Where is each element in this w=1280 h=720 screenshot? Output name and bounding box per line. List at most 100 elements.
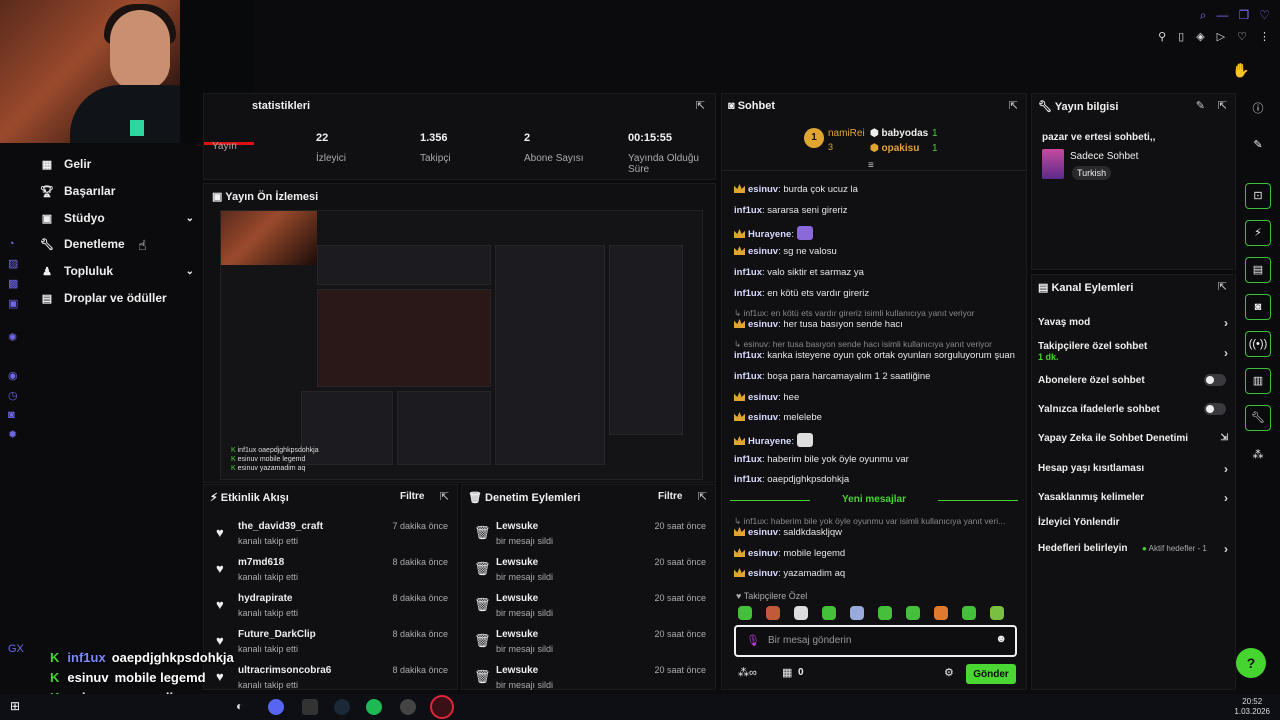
popout-icon[interactable]: ⇱ [1009, 99, 1018, 112]
action-account-age[interactable]: Hesap yaşı kısıtlaması › [1038, 462, 1228, 476]
bookmark-icon[interactable]: ▯ [1178, 30, 1184, 43]
new-messages-divider[interactable]: Yeni mesajlar [730, 494, 1018, 505]
discord-icon[interactable] [268, 699, 284, 715]
emotes-only-toggle[interactable] [1204, 403, 1226, 415]
pin-icon[interactable]: ⚲ [1158, 30, 1166, 43]
infinity-icon[interactable]: ⁂∞ [738, 666, 757, 679]
steam-icon[interactable] [334, 699, 350, 715]
more-icon[interactable]: ⋮ [1259, 30, 1270, 43]
sidebar-item-topluluk[interactable]: ♟ Topluluk ⌄ [40, 264, 194, 278]
activity-filter-button[interactable]: Filtre [400, 491, 424, 502]
emote-icon[interactable] [962, 606, 976, 620]
sidebar-item-basarilar[interactable]: 🏆︎ Başarılar [40, 184, 190, 198]
emote-icon[interactable] [850, 606, 864, 620]
windows-start-icon[interactable]: ⊞ [10, 699, 26, 715]
list-item[interactable]: ♥ m7md618 kanalı takip etti 8 dakika önce [214, 557, 454, 591]
category-name[interactable]: Sadece Sohbet [1070, 151, 1138, 162]
popout-icon[interactable]: ⇱ [1218, 99, 1227, 112]
emote-icon[interactable] [766, 606, 780, 620]
rail-lock-icon[interactable]: ▨ [8, 257, 24, 270]
action-followers-only[interactable]: Takipçilere özel sohbet 1 dk. › [1038, 341, 1228, 362]
rail-chat-icon[interactable]: ◙ [8, 409, 24, 421]
help-button[interactable]: ? [1236, 648, 1266, 678]
action-ai-moderation[interactable]: Yapay Zeka ile Sohbet Denetimi ⇲ [1038, 432, 1228, 444]
emote-icon[interactable] [934, 606, 948, 620]
epic-icon[interactable] [302, 699, 318, 715]
chat-input[interactable]: 🎙︎ Bir mesaj gönderin ☻ [734, 625, 1017, 657]
rail-settings-icon[interactable]: ✺ [8, 331, 24, 344]
chat-message[interactable]: Hurayene: [734, 226, 1024, 241]
sidebar-item-droplar[interactable]: ▤ Droplar ve ödüller [40, 291, 190, 305]
action-raid[interactable]: İzleyici Yönlendir [1038, 517, 1228, 528]
printer-icon[interactable]: ▥ [1245, 368, 1271, 394]
leader-third[interactable]: ⬢ opakisu [870, 143, 919, 154]
popout-icon[interactable]: ⇱ [698, 490, 707, 503]
action-subscribers-only[interactable]: Abonelere özel sohbet [1038, 374, 1228, 386]
chat-message[interactable]: esinuv: hee [734, 392, 1024, 404]
chat-bubble-icon[interactable]: ◙ [1245, 294, 1271, 320]
rail-palette-icon[interactable]: ▩ [8, 277, 24, 290]
chat-message[interactable]: esinuv: her tusa basıyon sende hacı [734, 319, 1024, 331]
info-icon[interactable]: ⓘ [1245, 97, 1271, 123]
mic-icon[interactable]: 🎙︎ [746, 634, 760, 647]
sidebar-item-gelir[interactable]: ▦ Gelir [40, 157, 190, 171]
system-clock[interactable]: 20:52 1.03.2026 [1234, 697, 1270, 717]
capture-icon[interactable]: ⊡ [1245, 183, 1271, 209]
emote-icon[interactable] [822, 606, 836, 620]
list-item[interactable]: 🗑︎ Lewsuke bir mesajı sildi 20 saat önce [472, 557, 712, 591]
wrench-icon[interactable]: 🔧︎ [1245, 405, 1271, 431]
action-emotes-only[interactable]: Yalnızca ifadelerle sohbet [1038, 403, 1228, 415]
spotify-icon[interactable] [366, 699, 382, 715]
chat-message[interactable]: inf1ux: valo siktir et sarmaz ya [734, 267, 1024, 279]
rail-gx-icon[interactable]: GX [8, 643, 24, 655]
action-goals[interactable]: Hedefleri belirleyin ● Aktif hedefler - 1… [1038, 542, 1228, 556]
popout-icon[interactable]: ⇱ [696, 99, 705, 112]
send-button[interactable]: Gönder [966, 664, 1016, 684]
favorite-icon[interactable]: ♡ [1259, 8, 1270, 23]
modlog-filter-button[interactable]: Filtre [658, 491, 682, 502]
chat-message[interactable]: esinuv: burda çok ucuz la [734, 184, 1024, 196]
category-thumbnail[interactable] [1042, 149, 1064, 179]
list-item[interactable]: 🗑︎ Lewsuke bir mesajı sildi 20 saat önce [472, 593, 712, 627]
leader-first-name[interactable]: namiRei [828, 128, 865, 139]
emote-icon[interactable] [738, 606, 752, 620]
emote-icon[interactable] [794, 606, 808, 620]
edit-icon[interactable]: ✎ [1245, 133, 1271, 159]
sidebar-item-denetleme[interactable]: 🔧︎ Denetleme [40, 237, 190, 251]
chat-message[interactable]: esinuv: melelebe [734, 412, 1024, 424]
search-icon[interactable]: ⌕ [1200, 8, 1207, 23]
rail-play-icon[interactable]: ◉ [8, 369, 24, 382]
emote-icon[interactable] [990, 606, 1004, 620]
opera-gx-icon[interactable] [430, 695, 454, 719]
chat-message[interactable]: inf1ux: oaepdjghkpsdohkja [734, 474, 1024, 486]
heart-icon[interactable]: ♡ [1237, 30, 1247, 43]
list-item[interactable]: 🗑︎ Lewsuke bir mesajı sildi 20 saat önce [472, 521, 712, 555]
leader-second[interactable]: ⬢ babyodas [870, 128, 928, 139]
points-icon[interactable]: ▦ [782, 666, 792, 679]
document-icon[interactable]: ▤ [1245, 257, 1271, 283]
bolt-icon[interactable]: ⚡︎ [1245, 220, 1271, 246]
minimize-icon[interactable]: — [1216, 8, 1228, 23]
chat-message[interactable]: inf1ux: haberim bile yok öyle oyunmu var [734, 454, 1024, 466]
gear-icon[interactable]: ⚙︎ [944, 666, 954, 679]
rail-mod-icon[interactable]: ▣ [8, 297, 24, 310]
extensions-icon[interactable]: ⁂ [1245, 443, 1271, 469]
broadcast-icon[interactable]: ((•)) [1245, 331, 1271, 357]
emoji-icon[interactable]: ☻ [995, 633, 1007, 645]
app-icon[interactable]: ◐ [236, 699, 252, 715]
list-item[interactable]: ♥ Future_DarkClip kanalı takip etti 8 dakik… [214, 629, 454, 663]
list-item[interactable]: ♥ hydrapirate kanalı takip etti 8 dakika ön… [214, 593, 454, 627]
chat-message[interactable]: inf1ux: kanka isteyene oyun çok ortak oy… [734, 350, 1024, 362]
language-tag[interactable]: Turkish [1072, 166, 1112, 180]
chat-message[interactable]: esinuv: sg ne valosu [734, 246, 1024, 258]
chat-message[interactable]: inf1ux: sararsa seni gireriz [734, 205, 1024, 217]
play-icon[interactable]: ▷ [1217, 30, 1225, 43]
obs-icon[interactable] [400, 699, 416, 715]
rail-dashboard-icon[interactable]: ◔ [8, 238, 24, 250]
list-item[interactable]: 🗑︎ Lewsuke bir mesajı sildi 20 saat önce [472, 629, 712, 663]
user-avatar-icon[interactable]: ✋ [1232, 62, 1252, 80]
shield-icon[interactable]: ◈ [1196, 30, 1204, 43]
restore-icon[interactable]: ❐ [1238, 8, 1249, 23]
action-banned-words[interactable]: Yasaklanmış kelimeler › [1038, 491, 1228, 505]
popout-icon[interactable]: ⇱ [440, 490, 449, 503]
